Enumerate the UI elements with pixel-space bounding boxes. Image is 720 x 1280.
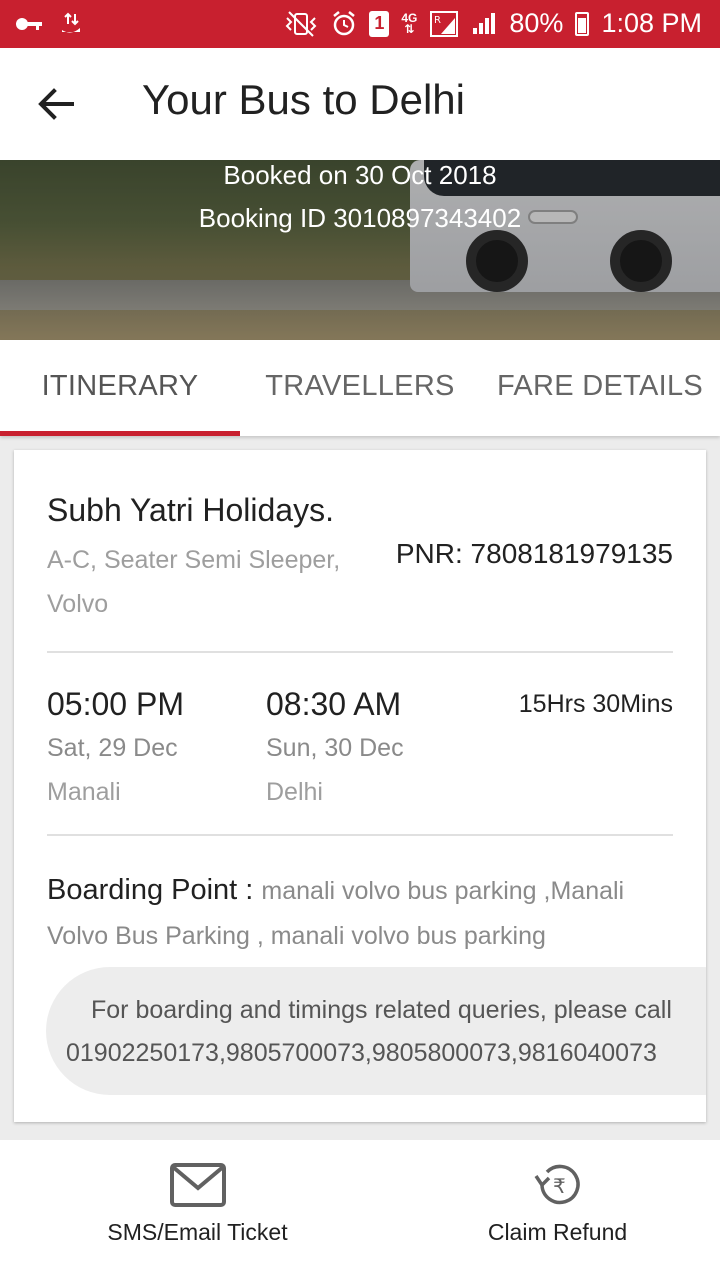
claim-refund-button[interactable]: ₹ Claim Refund xyxy=(480,1162,635,1246)
data-saver-icon xyxy=(62,12,80,33)
alarm-icon xyxy=(333,10,356,35)
divider xyxy=(47,651,673,653)
boarding-point: Boarding Point : manali volvo bus parkin… xyxy=(47,868,677,959)
arrival-city: Delhi xyxy=(266,778,323,806)
departure-city: Manali xyxy=(47,778,121,806)
signal-strength-icon xyxy=(473,12,496,34)
hero-banner: Booked on 30 Oct 2018 Booking ID 3010897… xyxy=(0,160,720,340)
trip-duration: 15Hrs 30Mins xyxy=(518,690,673,718)
battery-icon xyxy=(575,11,590,36)
sim-slot-icon: 1 xyxy=(369,10,390,37)
boarding-point-label: Boarding Point : xyxy=(47,874,262,906)
booked-on-text: Booked on 30 Oct 2018 xyxy=(223,160,497,190)
svg-text:R: R xyxy=(434,15,441,26)
clock: 1:08 PM xyxy=(601,8,702,38)
mute-vibrate-icon xyxy=(285,10,317,37)
itinerary-card: Subh Yatri Holidays. A-C, Seater Semi Sl… xyxy=(14,450,706,1122)
status-bar: 1 4G ⇅ R 80% 1:08 PM xyxy=(0,0,720,48)
tab-bar: ITINERARY TRAVELLERS FARE DETAILS xyxy=(0,340,720,436)
mail-icon xyxy=(169,1163,226,1207)
operator-name: Subh Yatri Holidays. xyxy=(47,492,334,528)
signal-roaming-icon: R xyxy=(430,10,459,37)
battery-percent: 80% xyxy=(509,8,564,38)
tab-fare-details[interactable]: FARE DETAILS xyxy=(480,340,720,436)
svg-text:₹: ₹ xyxy=(553,1174,566,1198)
key-icon xyxy=(16,18,42,30)
page-title: Your Bus to Delhi xyxy=(142,76,465,123)
pnr-number: PNR: 7808181979135 xyxy=(395,538,673,569)
departure-date: Sat, 29 Dec xyxy=(47,734,178,762)
arrow-back-icon xyxy=(38,88,74,120)
booking-id-text: Booking ID 3010897343402 xyxy=(198,203,522,233)
arrival-date: Sun, 30 Dec xyxy=(266,734,404,762)
tab-travellers[interactable]: TRAVELLERS xyxy=(240,340,480,436)
refund-history-icon: ₹ xyxy=(534,1164,580,1205)
queries-phone-numbers[interactable]: 01902250173,9805700073,9805800073,981604… xyxy=(66,1039,657,1067)
queries-text: For boarding and timings related queries… xyxy=(91,996,672,1024)
departure-time: 05:00 PM xyxy=(47,686,184,722)
queries-callout: For boarding and timings related queries… xyxy=(46,967,706,1095)
claim-refund-label: Claim Refund xyxy=(487,1219,628,1245)
bottom-action-bar: SMS/Email Ticket ₹ Claim Refund xyxy=(0,1140,720,1280)
tab-itinerary[interactable]: ITINERARY xyxy=(0,340,240,436)
bus-type: A-C, Seater Semi Sleeper, Volvo xyxy=(47,546,341,618)
app-bar: Your Bus to Delhi xyxy=(0,48,720,160)
sms-email-ticket-label: SMS/Email Ticket xyxy=(107,1219,288,1245)
divider xyxy=(47,834,673,836)
sms-email-ticket-button[interactable]: SMS/Email Ticket xyxy=(100,1162,295,1246)
arrival-time: 08:30 AM xyxy=(266,686,402,722)
back-button[interactable] xyxy=(28,76,84,132)
network-type-icon: 4G ⇅ xyxy=(401,10,418,36)
